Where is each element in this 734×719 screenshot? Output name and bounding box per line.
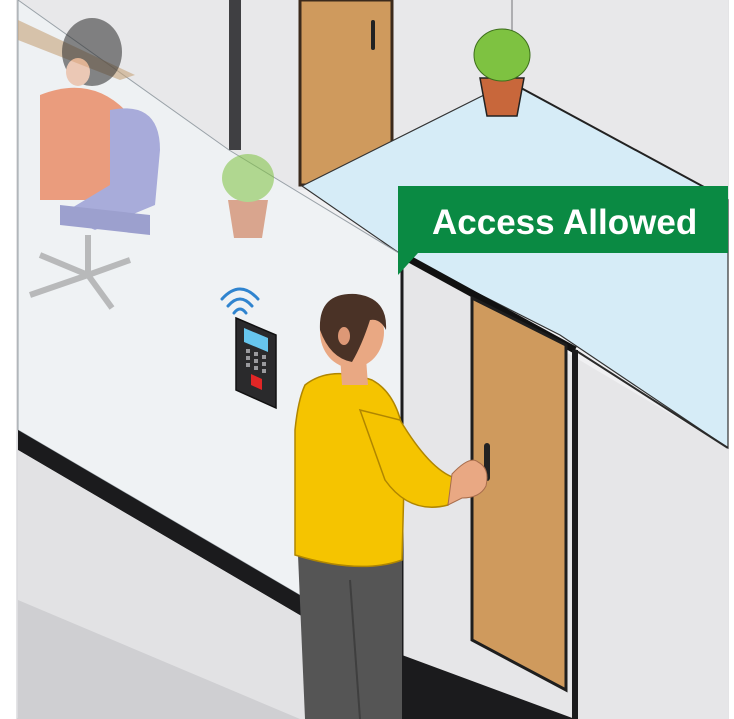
ear (338, 327, 350, 345)
access-status-text: Access Allowed (432, 203, 697, 242)
pillar (229, 0, 241, 150)
trousers (298, 555, 402, 719)
access-control-illustration: Access Allowed (0, 0, 734, 719)
door-handle (371, 20, 375, 50)
entry-door[interactable] (470, 295, 568, 693)
